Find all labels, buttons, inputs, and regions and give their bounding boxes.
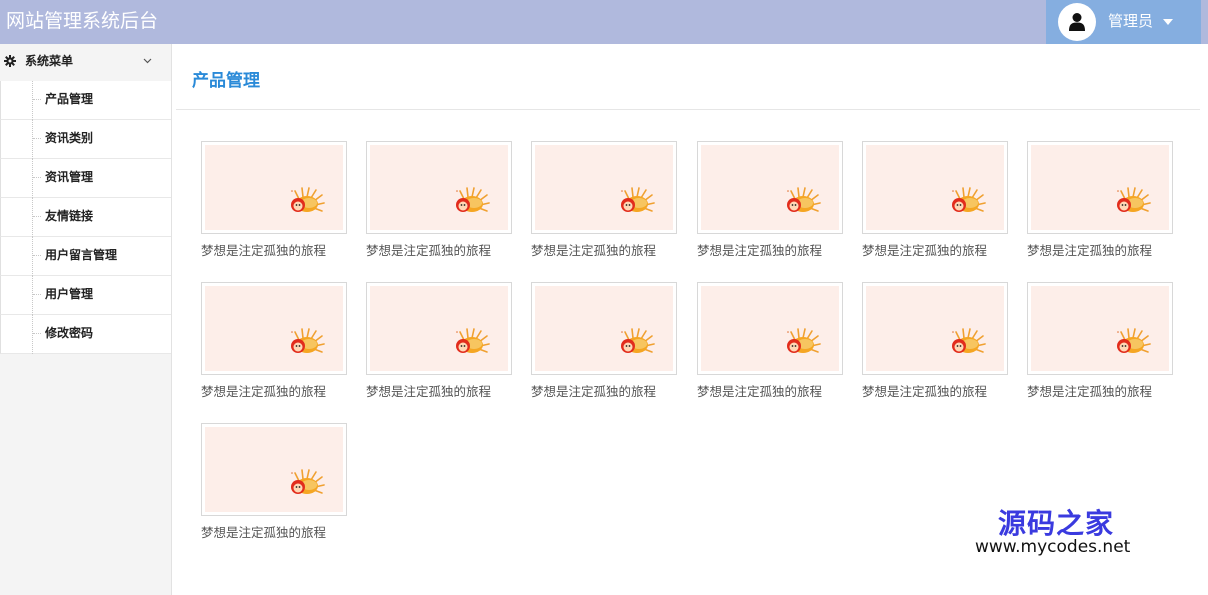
sidebar-item-user-messages[interactable]: 用户留言管理 bbox=[0, 237, 171, 276]
product-card[interactable]: 梦想是注定孤独的旅程 bbox=[531, 282, 677, 402]
product-card[interactable]: 梦想是注定孤独的旅程 bbox=[201, 141, 347, 261]
product-caption[interactable]: 梦想是注定孤独的旅程 bbox=[201, 522, 371, 541]
sidebar-item-friend-links[interactable]: 友情链接 bbox=[0, 198, 171, 237]
hedgehog-image bbox=[621, 187, 655, 212]
product-card[interactable]: 梦想是注定孤独的旅程 bbox=[1027, 282, 1173, 402]
product-thumbnail[interactable] bbox=[1027, 141, 1173, 234]
user-icon bbox=[1069, 13, 1085, 31]
product-thumbnail[interactable] bbox=[1027, 282, 1173, 375]
hedgehog-image bbox=[291, 328, 325, 353]
sidebar-item-label: 资讯类别 bbox=[45, 131, 94, 145]
product-card[interactable]: 梦想是注定孤独的旅程 bbox=[201, 423, 347, 543]
sidebar-menu-title: 系统菜单 bbox=[25, 54, 74, 68]
product-caption[interactable]: 梦想是注定孤独的旅程 bbox=[862, 240, 1032, 259]
product-card[interactable]: 梦想是注定孤独的旅程 bbox=[366, 141, 512, 261]
hedgehog-image bbox=[1117, 328, 1151, 353]
hedgehog-image bbox=[621, 328, 655, 353]
user-name[interactable]: 管理员 bbox=[1108, 0, 1153, 42]
hedgehog-image bbox=[456, 328, 490, 353]
product-card[interactable]: 梦想是注定孤独的旅程 bbox=[366, 282, 512, 402]
product-card[interactable]: 梦想是注定孤独的旅程 bbox=[862, 141, 1008, 261]
product-thumbnail[interactable] bbox=[201, 141, 347, 234]
product-caption[interactable]: 梦想是注定孤独的旅程 bbox=[697, 381, 867, 400]
product-caption[interactable]: 梦想是注定孤独的旅程 bbox=[201, 381, 371, 400]
hedgehog-image bbox=[291, 187, 325, 212]
sidebar-item-user-management[interactable]: 用户管理 bbox=[0, 276, 171, 315]
hedgehog-image bbox=[952, 328, 986, 353]
avatar[interactable] bbox=[1058, 3, 1096, 41]
product-card[interactable]: 梦想是注定孤独的旅程 bbox=[862, 282, 1008, 402]
product-caption[interactable]: 梦想是注定孤独的旅程 bbox=[531, 381, 701, 400]
gear-icon bbox=[4, 55, 16, 67]
sidebar-item-change-password[interactable]: 修改密码 bbox=[0, 315, 171, 354]
product-caption[interactable]: 梦想是注定孤独的旅程 bbox=[862, 381, 1032, 400]
product-thumbnail[interactable] bbox=[531, 282, 677, 375]
user-menu[interactable]: 管理员 bbox=[1046, 0, 1201, 44]
product-caption[interactable]: 梦想是注定孤独的旅程 bbox=[697, 240, 867, 259]
product-thumbnail[interactable] bbox=[366, 141, 512, 234]
product-caption[interactable]: 梦想是注定孤独的旅程 bbox=[201, 240, 371, 259]
sidebar-menu-header[interactable]: 系统菜单 bbox=[0, 44, 171, 81]
sidebar: 系统菜单 产品管理 资讯类别 资讯管理 友情链接 用户留言管理 用户管理 修改密… bbox=[0, 44, 172, 595]
product-thumbnail[interactable] bbox=[862, 141, 1008, 234]
chevron-down-icon[interactable] bbox=[143, 58, 152, 64]
hedgehog-image bbox=[1117, 187, 1151, 212]
product-thumbnail[interactable] bbox=[531, 141, 677, 234]
product-thumbnail[interactable] bbox=[201, 282, 347, 375]
sidebar-item-label: 友情链接 bbox=[45, 209, 94, 223]
hedgehog-image bbox=[456, 187, 490, 212]
sidebar-item-news-category[interactable]: 资讯类别 bbox=[0, 120, 171, 159]
sidebar-item-label: 修改密码 bbox=[45, 326, 94, 340]
product-card[interactable]: 梦想是注定孤独的旅程 bbox=[531, 141, 677, 261]
sidebar-menu-list: 产品管理 资讯类别 资讯管理 友情链接 用户留言管理 用户管理 修改密码 bbox=[0, 81, 171, 354]
sidebar-item-news-management[interactable]: 资讯管理 bbox=[0, 159, 171, 198]
hedgehog-image bbox=[291, 469, 325, 494]
sidebar-item-label: 用户留言管理 bbox=[45, 248, 118, 262]
product-thumbnail[interactable] bbox=[862, 282, 1008, 375]
sidebar-item-label: 资讯管理 bbox=[45, 170, 94, 184]
watermark-url: www.mycodes.net bbox=[975, 537, 1131, 557]
product-thumbnail[interactable] bbox=[697, 141, 843, 234]
product-caption[interactable]: 梦想是注定孤独的旅程 bbox=[366, 381, 536, 400]
product-caption[interactable]: 梦想是注定孤独的旅程 bbox=[1027, 240, 1197, 259]
product-card[interactable]: 梦想是注定孤独的旅程 bbox=[201, 282, 347, 402]
product-caption[interactable]: 梦想是注定孤独的旅程 bbox=[1027, 381, 1197, 400]
sidebar-item-label: 用户管理 bbox=[45, 287, 94, 301]
product-thumbnail[interactable] bbox=[201, 423, 347, 516]
caret-down-icon[interactable] bbox=[1163, 19, 1173, 25]
watermark-title: 源码之家 bbox=[998, 507, 1115, 540]
hedgehog-image bbox=[787, 328, 821, 353]
top-bar: 网站管理系统后台 管理员 bbox=[0, 0, 1208, 44]
product-card[interactable]: 梦想是注定孤独的旅程 bbox=[1027, 141, 1173, 261]
hedgehog-image bbox=[787, 187, 821, 212]
hedgehog-image bbox=[952, 187, 986, 212]
divider bbox=[176, 109, 1200, 110]
site-title: 网站管理系统后台 bbox=[6, 10, 159, 32]
product-card[interactable]: 梦想是注定孤独的旅程 bbox=[697, 282, 843, 402]
product-caption[interactable]: 梦想是注定孤独的旅程 bbox=[531, 240, 701, 259]
product-thumbnail[interactable] bbox=[697, 282, 843, 375]
sidebar-item-product-management[interactable]: 产品管理 bbox=[0, 81, 171, 120]
product-thumbnail[interactable] bbox=[366, 282, 512, 375]
product-card[interactable]: 梦想是注定孤独的旅程 bbox=[697, 141, 843, 261]
product-caption[interactable]: 梦想是注定孤独的旅程 bbox=[366, 240, 536, 259]
sidebar-item-label: 产品管理 bbox=[45, 92, 94, 106]
page-title: 产品管理 bbox=[192, 71, 260, 91]
